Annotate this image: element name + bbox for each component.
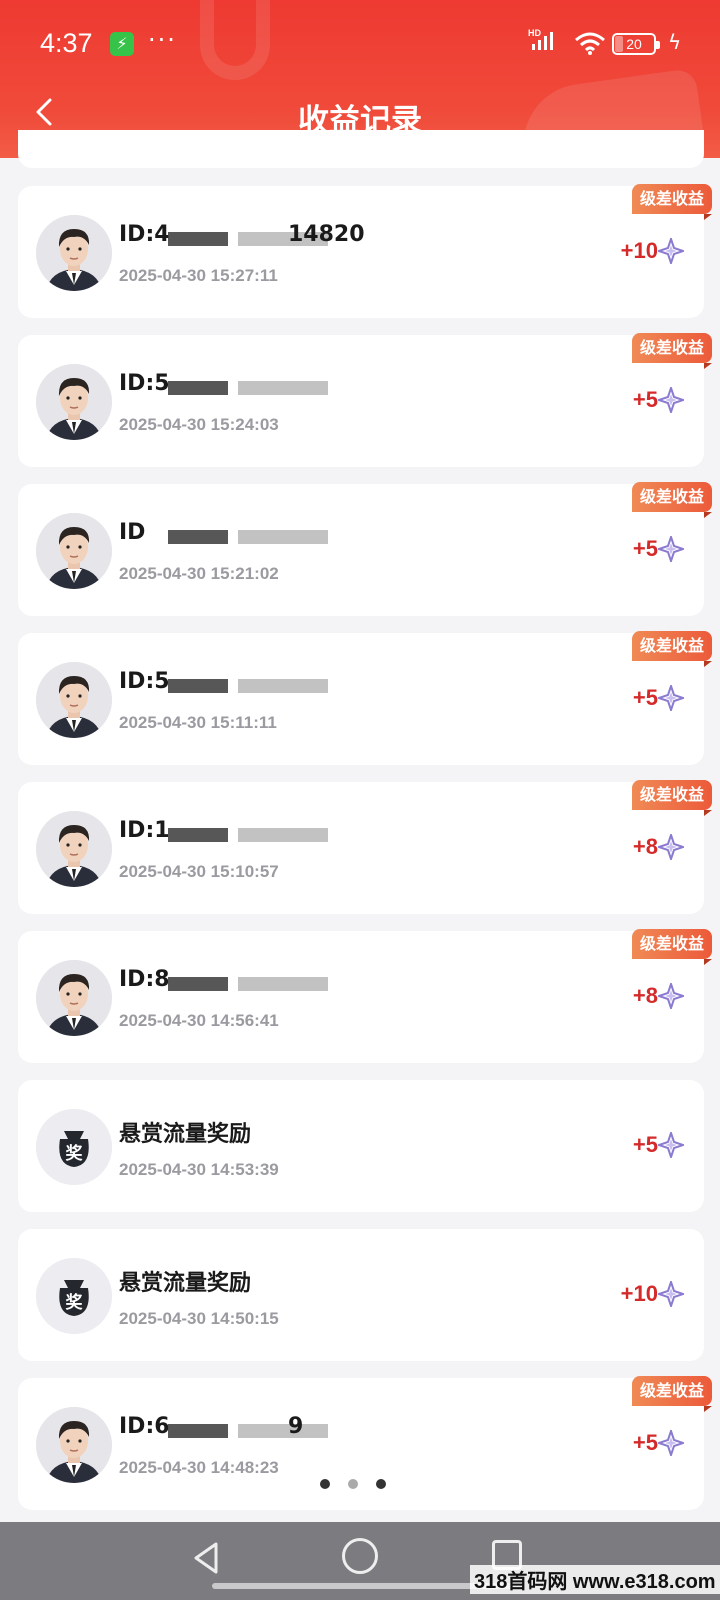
record-id: ID:5 (119, 669, 170, 694)
record-time: 2025-04-30 14:48:23 (119, 1458, 279, 1477)
status-time: 4:37 (40, 28, 93, 58)
record-card[interactable]: ID:1 2025-04-30 15:10:57 +8 级差收益 (18, 780, 713, 914)
record-title: 悬赏流量奖励 (119, 1122, 252, 1147)
redacted-mask (168, 232, 228, 246)
record-amount: +5 (632, 536, 658, 561)
tier-income-badge: 级差收益 (631, 631, 713, 667)
record-time: 2025-04-30 15:21:02 (119, 564, 279, 583)
record-time: 2025-04-30 15:24:03 (119, 415, 279, 434)
tier-income-badge: 级差收益 (631, 333, 713, 369)
record-time: 2025-04-30 14:53:39 (119, 1160, 279, 1179)
record-id: ID:8 (119, 967, 170, 992)
wifi-icon (575, 32, 605, 55)
coin-star-icon (658, 536, 684, 562)
record-card[interactable]: ID:5 2025-04-30 15:24:03 +5 级差收益 (18, 333, 713, 467)
nav-home-icon[interactable] (342, 1538, 378, 1574)
redacted-mask (238, 828, 328, 842)
record-id: ID:4 (119, 222, 170, 247)
battery-level: 20 (626, 36, 642, 52)
redacted-mask (168, 530, 228, 544)
record-amount: +8 (632, 834, 658, 859)
nav-back-icon[interactable] (190, 1540, 222, 1576)
reward-badge: 奖 (65, 1144, 83, 1164)
app-notification-icon: ⚡ (110, 32, 134, 56)
reward-badge: 奖 (65, 1293, 83, 1313)
reward-bag-icon: 奖 (36, 1109, 112, 1185)
coin-star-icon (658, 387, 684, 413)
charging-icon: ϟ (668, 30, 682, 54)
record-amount: +5 (632, 1430, 658, 1455)
record-card[interactable]: ID:5 2025-04-30 15:11:11 +5 级差收益 (18, 631, 713, 765)
record-id-tail: 14820 (288, 222, 365, 247)
more-notifications-icon: ··· (148, 26, 177, 54)
record-time: 2025-04-30 15:27:11 (119, 266, 278, 285)
redacted-mask (238, 530, 328, 544)
record-amount: +10 (620, 1281, 658, 1306)
record-card[interactable]: ID:8 2025-04-30 14:56:41 +8 级差收益 (18, 929, 713, 1063)
tier-income-badge: 级差收益 (631, 184, 713, 220)
redacted-mask (168, 977, 228, 991)
record-card[interactable]: ID:4 14820 2025-04-30 15:27:11 +10 级差收益 (18, 184, 713, 318)
avatar (36, 1407, 112, 1483)
record-card[interactable]: 奖 悬赏流量奖励 2025-04-30 14:53:39 +5 (18, 1080, 704, 1212)
record-id: ID (119, 520, 146, 545)
avatar (36, 662, 112, 738)
coin-star-icon (658, 1132, 684, 1158)
status-bar: 4:37 ⚡ ··· HD 20 ϟ (0, 0, 720, 84)
record-time: 2025-04-30 14:56:41 (119, 1011, 279, 1030)
coin-star-icon (658, 983, 684, 1009)
record-amount: +5 (632, 1132, 658, 1157)
signal-icon (532, 32, 553, 50)
tier-income-badge: 级差收益 (631, 929, 713, 965)
reward-bag-icon: 奖 (36, 1258, 112, 1334)
record-id: ID:6 (119, 1414, 170, 1439)
record-card[interactable]: ID 2025-04-30 15:21:02 +5 级差收益 (18, 482, 713, 616)
redacted-mask (168, 828, 228, 842)
record-id: ID:1 (119, 818, 170, 843)
redacted-mask (168, 679, 228, 693)
record-id: ID:5 (119, 371, 170, 396)
avatar (36, 513, 112, 589)
home-indicator[interactable] (212, 1583, 512, 1589)
avatar (36, 960, 112, 1036)
tier-income-badge: 级差收益 (631, 1376, 713, 1412)
avatar (36, 811, 112, 887)
redacted-mask (238, 679, 328, 693)
record-amount: +10 (620, 238, 658, 263)
record-amount: +5 (632, 387, 658, 412)
record-time: 2025-04-30 15:10:57 (119, 862, 279, 881)
page-dot (348, 1479, 358, 1489)
avatar (36, 215, 112, 291)
tier-income-badge: 级差收益 (631, 482, 713, 518)
redacted-mask (238, 977, 328, 991)
record-card[interactable]: 奖 悬赏流量奖励 2025-04-30 14:50:15 +10 (18, 1229, 704, 1361)
watermark: 318首码网 www.e318.com (470, 1565, 720, 1594)
battery-icon: 20 (612, 33, 660, 55)
page-dot (376, 1479, 386, 1489)
coin-star-icon (658, 1430, 684, 1456)
avatar (36, 364, 112, 440)
record-title: 悬赏流量奖励 (119, 1271, 252, 1296)
tier-income-badge: 级差收益 (631, 780, 713, 816)
page-indicator (320, 1474, 404, 1493)
coin-star-icon (658, 834, 684, 860)
page-dot (320, 1479, 330, 1489)
redacted-mask (238, 1424, 328, 1438)
record-amount: +8 (632, 983, 658, 1008)
record-time: 2025-04-30 15:11:11 (119, 713, 277, 732)
redacted-mask (168, 1424, 228, 1438)
record-time: 2025-04-30 14:50:15 (119, 1309, 279, 1328)
coin-star-icon (658, 1281, 684, 1307)
redacted-mask (168, 381, 228, 395)
redacted-mask (238, 381, 328, 395)
record-amount: +5 (632, 685, 658, 710)
coin-star-icon (658, 685, 684, 711)
record-id-tail: 9 (288, 1414, 304, 1439)
coin-star-icon (658, 238, 684, 264)
list-item-partial (18, 130, 704, 168)
